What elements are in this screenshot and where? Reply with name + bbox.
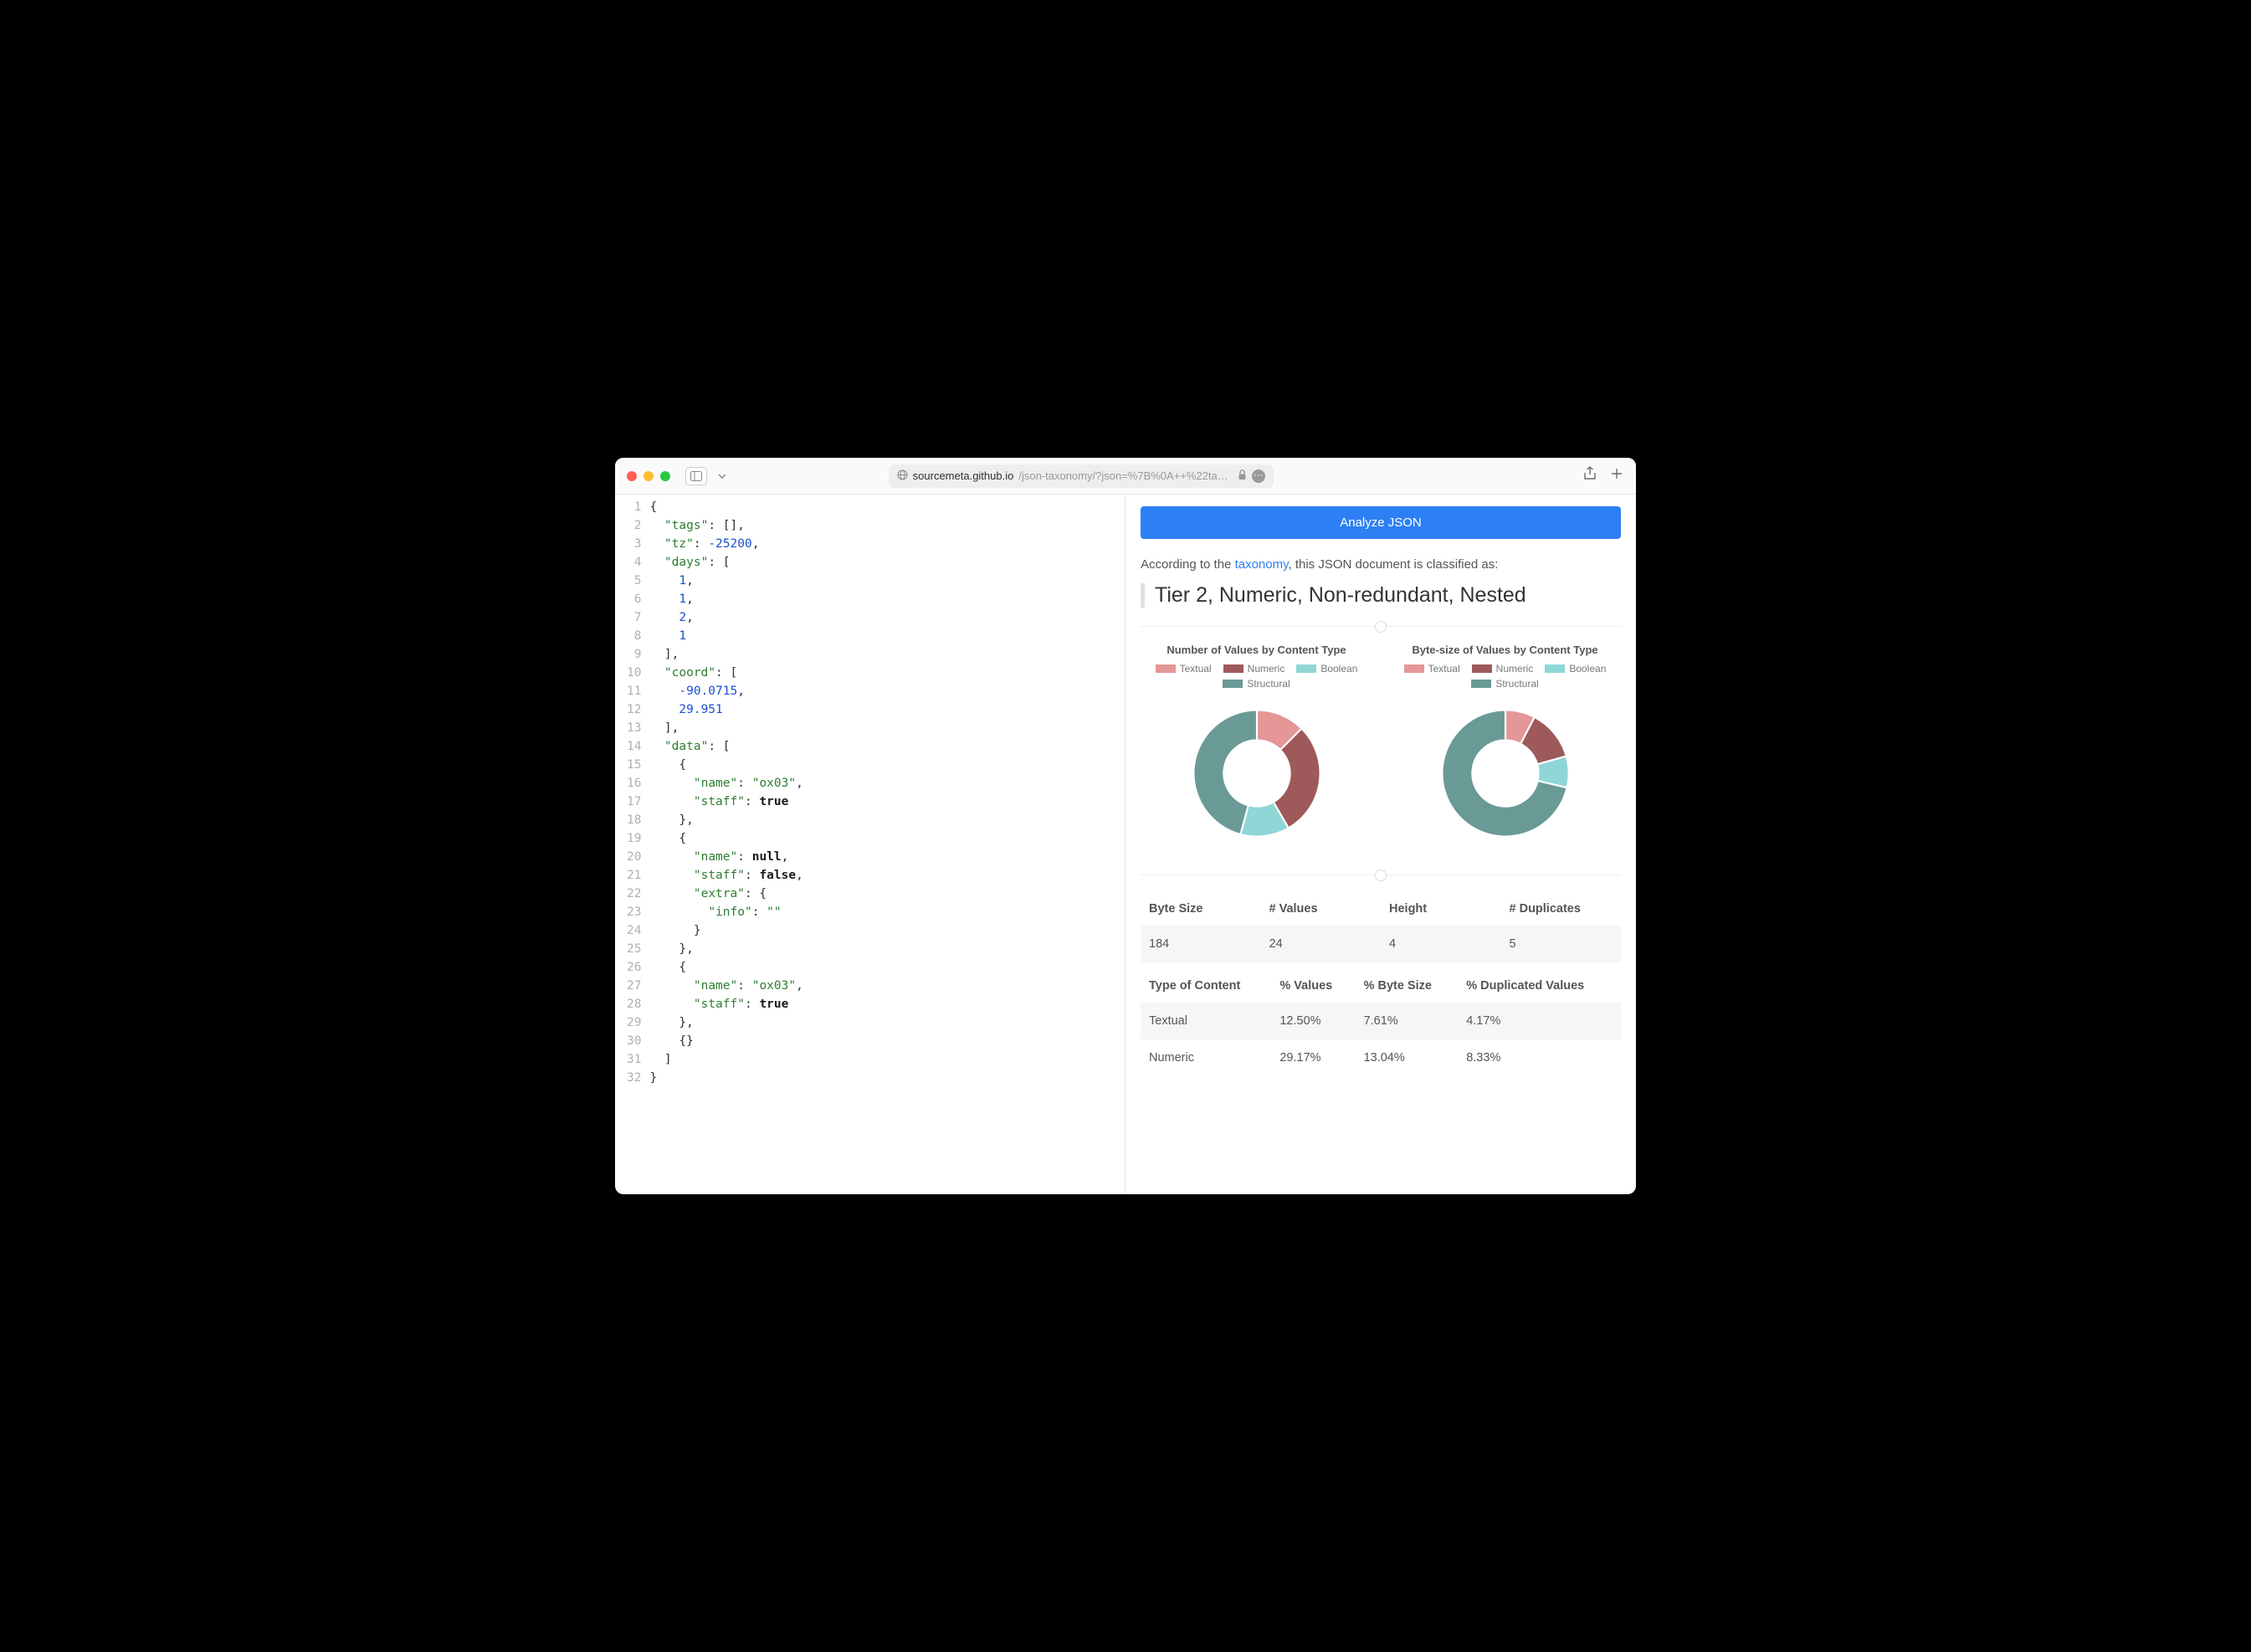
close-icon[interactable] bbox=[627, 471, 637, 481]
table-header: % Values bbox=[1271, 969, 1355, 1003]
table-header: # Duplicates bbox=[1501, 892, 1622, 926]
swatch-textual bbox=[1404, 664, 1424, 673]
table-header: % Duplicated Values bbox=[1458, 969, 1621, 1003]
globe-icon bbox=[897, 469, 908, 483]
table-row: Numeric29.17%13.04%8.33% bbox=[1141, 1039, 1621, 1076]
chart-size: Byte-size of Values by Content Type Text… bbox=[1389, 644, 1621, 853]
share-icon[interactable] bbox=[1582, 466, 1597, 485]
legend-label: Numeric bbox=[1496, 663, 1534, 675]
json-editor[interactable]: 1234567891011121314151617181920212223242… bbox=[615, 495, 1126, 1194]
taxonomy-link[interactable]: taxonomy bbox=[1235, 557, 1289, 572]
code-area[interactable]: { "tags": [], "tz": -25200, "days": [ 1,… bbox=[649, 498, 819, 1194]
swatch-boolean bbox=[1545, 664, 1565, 673]
legend-label: Boolean bbox=[1569, 663, 1606, 675]
table-cell: 8.33% bbox=[1458, 1039, 1621, 1076]
line-gutter: 1234567891011121314151617181920212223242… bbox=[615, 498, 649, 1194]
chart-count: Number of Values by Content Type Textual… bbox=[1141, 644, 1372, 853]
table-header: % Byte Size bbox=[1356, 969, 1459, 1003]
intro-suffix: , this JSON document is classified as: bbox=[1289, 557, 1499, 572]
zoom-icon[interactable] bbox=[660, 471, 670, 481]
type-table: Type of Content% Values% Byte Size% Dupl… bbox=[1141, 969, 1621, 1076]
intro-prefix: According to the bbox=[1141, 557, 1235, 572]
donut-chart bbox=[1182, 698, 1332, 849]
legend-label: Numeric bbox=[1248, 663, 1285, 675]
table-cell: Textual bbox=[1141, 1003, 1271, 1039]
table-cell: 5 bbox=[1501, 926, 1622, 962]
table-cell: 24 bbox=[1261, 926, 1382, 962]
table-cell: 7.61% bbox=[1356, 1003, 1459, 1039]
chart-legend: Textual Numeric Boolean Structural bbox=[1141, 663, 1372, 690]
table-header: # Values bbox=[1261, 892, 1382, 926]
titlebar: sourcemeta.github.io /json-taxonomy/?jso… bbox=[615, 458, 1636, 495]
url-actions: ⋯ bbox=[1238, 469, 1265, 483]
chevron-down-icon[interactable] bbox=[714, 467, 731, 485]
table-row: 1842445 bbox=[1141, 926, 1621, 962]
address-bar[interactable]: sourcemeta.github.io /json-taxonomy/?jso… bbox=[889, 464, 1274, 488]
browser-window: sourcemeta.github.io /json-taxonomy/?jso… bbox=[615, 458, 1636, 1194]
analyze-button[interactable]: Analyze JSON bbox=[1141, 506, 1621, 539]
swatch-textual bbox=[1156, 664, 1176, 673]
url-host: sourcemeta.github.io bbox=[913, 469, 1014, 482]
window-controls bbox=[627, 471, 670, 481]
table-cell: 29.17% bbox=[1271, 1039, 1355, 1076]
table-cell: 4.17% bbox=[1458, 1003, 1621, 1039]
chart-title: Number of Values by Content Type bbox=[1141, 644, 1372, 656]
legend-label: Textual bbox=[1428, 663, 1460, 675]
divider bbox=[1141, 626, 1621, 627]
chart-title: Byte-size of Values by Content Type bbox=[1389, 644, 1621, 656]
table-row: Textual12.50%7.61%4.17% bbox=[1141, 1003, 1621, 1039]
table-header: Byte Size bbox=[1141, 892, 1261, 926]
table-cell: 184 bbox=[1141, 926, 1261, 962]
url-path: /json-taxonomy/?json=%7B%0A++%22tags%22 bbox=[1018, 469, 1232, 482]
table-cell: 13.04% bbox=[1356, 1039, 1459, 1076]
toolbar-right bbox=[1582, 466, 1624, 485]
legend-label: Boolean bbox=[1320, 663, 1357, 675]
legend-label: Textual bbox=[1180, 663, 1212, 675]
intro-text: According to the taxonomy, this JSON doc… bbox=[1141, 557, 1621, 572]
results-panel: Analyze JSON According to the taxonomy, … bbox=[1126, 495, 1636, 1194]
lock-icon bbox=[1238, 469, 1247, 483]
swatch-structural bbox=[1471, 680, 1491, 688]
table-cell: 12.50% bbox=[1271, 1003, 1355, 1039]
table-header: Type of Content bbox=[1141, 969, 1271, 1003]
swatch-numeric bbox=[1223, 664, 1243, 673]
more-icon[interactable]: ⋯ bbox=[1252, 469, 1265, 483]
donut-chart bbox=[1430, 698, 1581, 849]
sidebar-toggle-icon[interactable] bbox=[685, 467, 707, 485]
swatch-structural bbox=[1223, 680, 1243, 688]
table-header: Height bbox=[1381, 892, 1501, 926]
swatch-numeric bbox=[1472, 664, 1492, 673]
table-cell: 4 bbox=[1381, 926, 1501, 962]
charts-row: Number of Values by Content Type Textual… bbox=[1141, 644, 1621, 853]
content: 1234567891011121314151617181920212223242… bbox=[615, 495, 1636, 1194]
new-tab-icon[interactable] bbox=[1609, 466, 1624, 485]
table-cell: Numeric bbox=[1141, 1039, 1271, 1076]
classification-heading: Tier 2, Numeric, Non-redundant, Nested bbox=[1141, 583, 1621, 608]
swatch-boolean bbox=[1296, 664, 1316, 673]
legend-label: Structural bbox=[1247, 678, 1290, 690]
stats-table: Byte Size# ValuesHeight# Duplicates 1842… bbox=[1141, 892, 1621, 962]
chart-legend: Textual Numeric Boolean Structural bbox=[1389, 663, 1621, 690]
legend-label: Structural bbox=[1495, 678, 1538, 690]
minimize-icon[interactable] bbox=[644, 471, 654, 481]
